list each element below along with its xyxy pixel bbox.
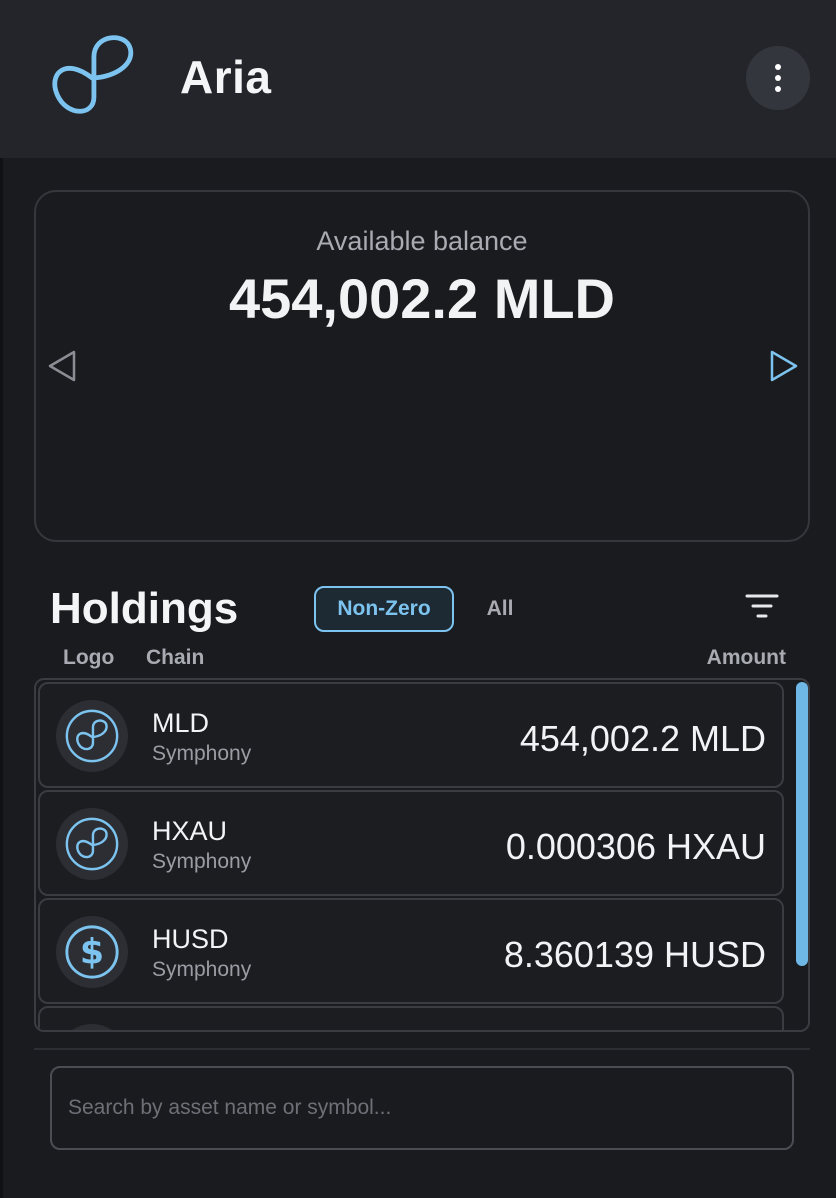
asset-symbol: MLD [152,708,210,738]
asset-search-input[interactable] [50,1066,794,1150]
more-options-button[interactable] [746,46,810,110]
asset-amount: 454,002.2 MLD [519,718,766,759]
asset-chain: Symphony [152,958,252,981]
balance-label: Available balance [316,226,528,256]
app-logo-icon [52,35,134,114]
asset-logo-icon [56,1024,128,1030]
column-header-amount: Amount [706,646,786,669]
filter-lines-icon[interactable] [744,590,780,622]
asset-chain: Symphony [152,742,252,765]
column-header-chain: Chain [146,646,205,669]
divider [34,1048,810,1050]
holding-row-partial[interactable] [38,1006,784,1030]
holdings-list: MLD Symphony 454,002.2 MLD HXAU Symphony… [34,678,810,1032]
wallet-app: Aria Available balance 454,002.2 MLD Hol… [0,0,836,1198]
holding-row[interactable]: $ HUSD Symphony 8.360139 HUSD [38,898,784,1004]
filter-non-zero-tab[interactable]: Non-Zero [314,586,454,632]
svg-text:$: $ [80,933,104,973]
asset-symbol: HXAU [152,816,228,846]
app-header: Aria [0,0,836,158]
symphony-loop-icon [56,700,128,772]
holding-row[interactable]: HXAU Symphony 0.000306 HXAU [38,790,784,896]
asset-symbol: HUSD [152,924,229,954]
symphony-loop-icon [56,808,128,880]
next-balance-button[interactable] [768,348,800,384]
filter-all-tab[interactable]: All [470,586,530,632]
balance-card: Available balance 454,002.2 MLD [34,190,810,542]
balance-value: 454,002.2 MLD [229,267,615,330]
app-title: Aria [180,51,272,103]
previous-balance-button[interactable] [46,348,78,384]
holding-row[interactable]: MLD Symphony 454,002.2 MLD [38,682,784,788]
asset-amount: 8.360139 HUSD [503,934,766,975]
dollar-icon: $ [56,916,128,988]
window-edge [0,0,3,1198]
holdings-title: Holdings [50,584,239,633]
column-header-logo: Logo [63,646,115,669]
asset-chain: Symphony [152,850,252,873]
asset-amount: 0.000306 HXAU [505,826,766,867]
vertical-dots-icon [775,64,781,70]
holdings-scrollbar[interactable] [796,682,808,966]
